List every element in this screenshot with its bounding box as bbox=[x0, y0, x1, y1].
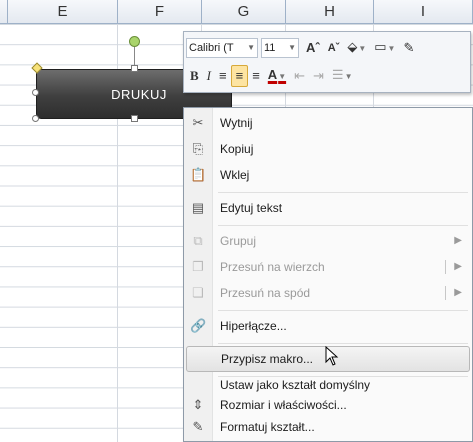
format-shape-icon: ✎ bbox=[192, 419, 204, 434]
increase-indent-icon[interactable]: ⇥ bbox=[309, 64, 328, 88]
rotation-handle[interactable] bbox=[129, 36, 140, 47]
edit-text-icon: ▤ bbox=[191, 200, 205, 215]
menu-separator bbox=[218, 225, 468, 226]
chevron-down-icon: ▼ bbox=[247, 43, 255, 52]
submenu-arrow-icon: ▶ bbox=[454, 235, 462, 246]
column-header-f[interactable]: F bbox=[118, 0, 202, 24]
font-name-combo[interactable]: Calibri (T ▼ bbox=[186, 38, 258, 58]
align-center-icon[interactable]: ≡ bbox=[230, 65, 249, 87]
mouse-pointer-icon bbox=[325, 346, 339, 366]
menu-item-hyperlink[interactable]: 🔗 Hiperłącze... bbox=[186, 313, 470, 339]
menu-item-label: Przesuń na wierzch bbox=[220, 260, 325, 274]
size-properties-icon: ⇕ bbox=[192, 397, 204, 412]
submenu-arrow-icon: ▶ bbox=[454, 261, 462, 272]
paste-icon: 📋 bbox=[190, 167, 207, 182]
menu-item-label: Formatuj kształt... bbox=[220, 420, 315, 434]
menu-item-label: Edytuj tekst bbox=[220, 201, 283, 215]
menu-item-label: Przesuń na spód bbox=[220, 286, 311, 300]
menu-item-copy[interactable]: ⎘ Kopiuj bbox=[186, 136, 470, 162]
menu-item-label: Wytnij bbox=[220, 116, 253, 130]
grow-font-button[interactable]: Aˆ bbox=[302, 36, 324, 60]
line-color-icon[interactable]: ▭▼ bbox=[370, 35, 399, 61]
menu-item-label: Wklej bbox=[220, 168, 250, 182]
menu-item-label: Przypisz makro... bbox=[221, 352, 314, 366]
decrease-indent-icon[interactable]: ⇤ bbox=[290, 64, 309, 88]
column-header-e[interactable]: E bbox=[8, 0, 118, 24]
font-size-value: 11 bbox=[264, 42, 276, 54]
align-left-icon[interactable]: ≡ bbox=[215, 64, 231, 88]
split-divider bbox=[445, 260, 446, 274]
menu-item-edit-text[interactable]: ▤ Edytuj tekst bbox=[186, 195, 470, 221]
menu-item-group[interactable]: ⧉ Grupuj ▶ bbox=[186, 228, 470, 254]
menu-item-bring-to-front[interactable]: ❐ Przesuń na wierzch ▶ bbox=[186, 254, 470, 280]
menu-separator bbox=[218, 343, 468, 344]
split-divider bbox=[445, 286, 446, 300]
mini-toolbar: Calibri (T ▼ 11 ▼ Aˆ Aˇ ⬙▼ ▭▼ ✎ B I ≡ ≡ … bbox=[183, 31, 471, 93]
select-all-corner[interactable] bbox=[0, 0, 8, 24]
send-back-icon: ❏ bbox=[192, 285, 204, 300]
group-icon: ⧉ bbox=[193, 233, 203, 248]
column-header-i[interactable]: I bbox=[374, 0, 473, 24]
column-header-g[interactable]: G bbox=[202, 0, 286, 24]
chevron-down-icon: ▼ bbox=[288, 43, 296, 52]
resize-handle-bottom-left[interactable] bbox=[32, 115, 39, 122]
rotation-stem bbox=[134, 44, 135, 66]
menu-item-format-shape[interactable]: ✎ Formatuj kształt... bbox=[186, 414, 470, 440]
bullets-icon[interactable]: ☰▼ bbox=[328, 63, 357, 89]
submenu-arrow-icon: ▶ bbox=[454, 287, 462, 298]
align-right-icon[interactable]: ≡ bbox=[248, 64, 264, 88]
font-size-combo[interactable]: 11 ▼ bbox=[261, 38, 299, 58]
context-menu: ✂ Wytnij ⎘ Kopiuj 📋 Wklej ▤ Edytuj tekst… bbox=[183, 107, 473, 442]
italic-button[interactable]: I bbox=[203, 64, 215, 88]
shape-label: DRUKUJ bbox=[111, 86, 167, 102]
hyperlink-icon: 🔗 bbox=[190, 318, 207, 333]
scissors-icon: ✂ bbox=[192, 115, 204, 130]
resize-handle-top[interactable] bbox=[131, 65, 138, 72]
menu-item-send-to-back[interactable]: ❏ Przesuń na spód ▶ bbox=[186, 280, 470, 306]
menu-item-cut[interactable]: ✂ Wytnij bbox=[186, 110, 470, 136]
bold-button[interactable]: B bbox=[186, 64, 203, 88]
menu-item-label: Kopiuj bbox=[220, 142, 254, 156]
fill-color-icon[interactable]: ⬙▼ bbox=[343, 35, 370, 61]
shrink-font-button[interactable]: Aˇ bbox=[324, 36, 344, 60]
resize-handle-left[interactable] bbox=[32, 89, 39, 96]
format-painter-icon[interactable]: ✎ bbox=[399, 36, 418, 60]
bring-front-icon: ❐ bbox=[192, 259, 204, 274]
column-header-h[interactable]: H bbox=[286, 0, 374, 24]
menu-separator bbox=[218, 310, 468, 311]
menu-item-label: Hiperłącze... bbox=[220, 319, 287, 333]
copy-icon: ⎘ bbox=[192, 141, 204, 156]
menu-item-paste[interactable]: 📋 Wklej bbox=[186, 162, 470, 188]
resize-handle-bottom[interactable] bbox=[131, 115, 138, 122]
font-name-value: Calibri (T bbox=[189, 42, 234, 54]
menu-separator bbox=[218, 192, 468, 193]
menu-item-label: Grupuj bbox=[220, 234, 257, 248]
font-color-icon[interactable]: A▼ bbox=[264, 63, 290, 89]
